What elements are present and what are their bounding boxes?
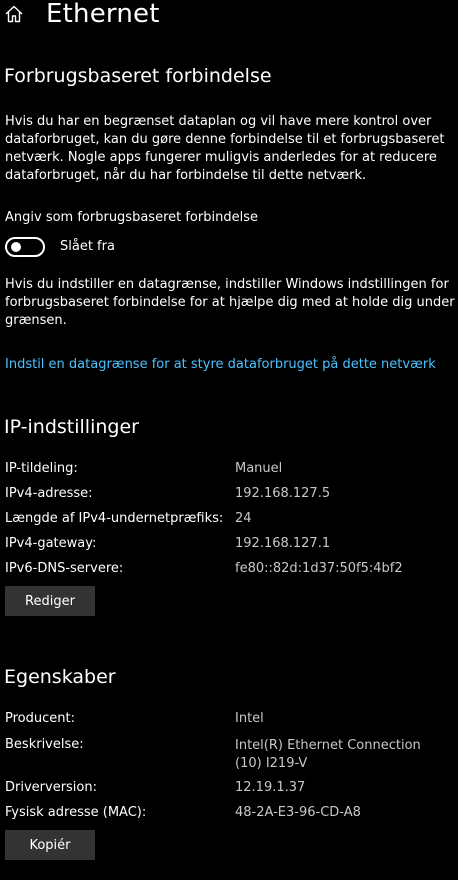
manufacturer-label: Producent: (5, 711, 75, 726)
metered-toggle-heading: Angiv som forbrugsbaseret forbindelse (5, 210, 258, 225)
description-label: Beskrivelse: (5, 737, 84, 752)
ip-assignment-label: IP-tildeling: (5, 461, 78, 476)
copy-button[interactable]: Kopiér (5, 830, 95, 860)
ipv4-address-label: IPv4-adresse: (5, 486, 93, 501)
toggle-knob (11, 242, 21, 252)
description-value: Intel(R) Ethernet Connection (10) I219-V (235, 738, 421, 771)
edit-button[interactable]: Rediger (5, 586, 95, 616)
metered-toggle-state: Slået fra (60, 239, 115, 254)
driver-version-label: Driverversion: (5, 780, 97, 795)
metered-section-title: Forbrugsbaseret forbindelse (4, 65, 272, 87)
ipv4-prefix-value: 24 (235, 511, 252, 526)
home-icon[interactable] (4, 4, 24, 24)
metered-description: Hvis du har en begrænset dataplan og vil… (5, 114, 445, 183)
mac-address-label: Fysisk adresse (MAC): (5, 805, 147, 820)
driver-version-value: 12.19.1.37 (235, 780, 306, 795)
ipv6-dns-label: IPv6-DNS-servere: (5, 561, 124, 576)
metered-toggle[interactable] (5, 237, 45, 257)
ip-settings-title: IP-indstillinger (4, 416, 139, 438)
ipv4-gateway-value: 192.168.127.1 (235, 536, 331, 551)
manufacturer-value: Intel (235, 711, 264, 726)
page-title: Ethernet (46, 0, 160, 29)
ipv4-address-value: 192.168.127.5 (235, 486, 331, 501)
ipv4-gateway-label: IPv4-gateway: (5, 536, 97, 551)
ipv4-prefix-label: Længde af IPv4-undernetpræfiks: (5, 511, 224, 526)
data-limit-link[interactable]: Indstil en datagrænse for at styre dataf… (5, 357, 436, 372)
mac-address-value: 48-2A-E3-96-CD-A8 (235, 805, 361, 820)
ipv6-dns-value: fe80::82d:1d37:50f5:4bf2 (235, 561, 403, 576)
data-limit-description: Hvis du indstiller en datagrænse, indsti… (5, 277, 455, 328)
properties-title: Egenskaber (4, 666, 116, 688)
ip-assignment-value: Manuel (235, 461, 283, 476)
